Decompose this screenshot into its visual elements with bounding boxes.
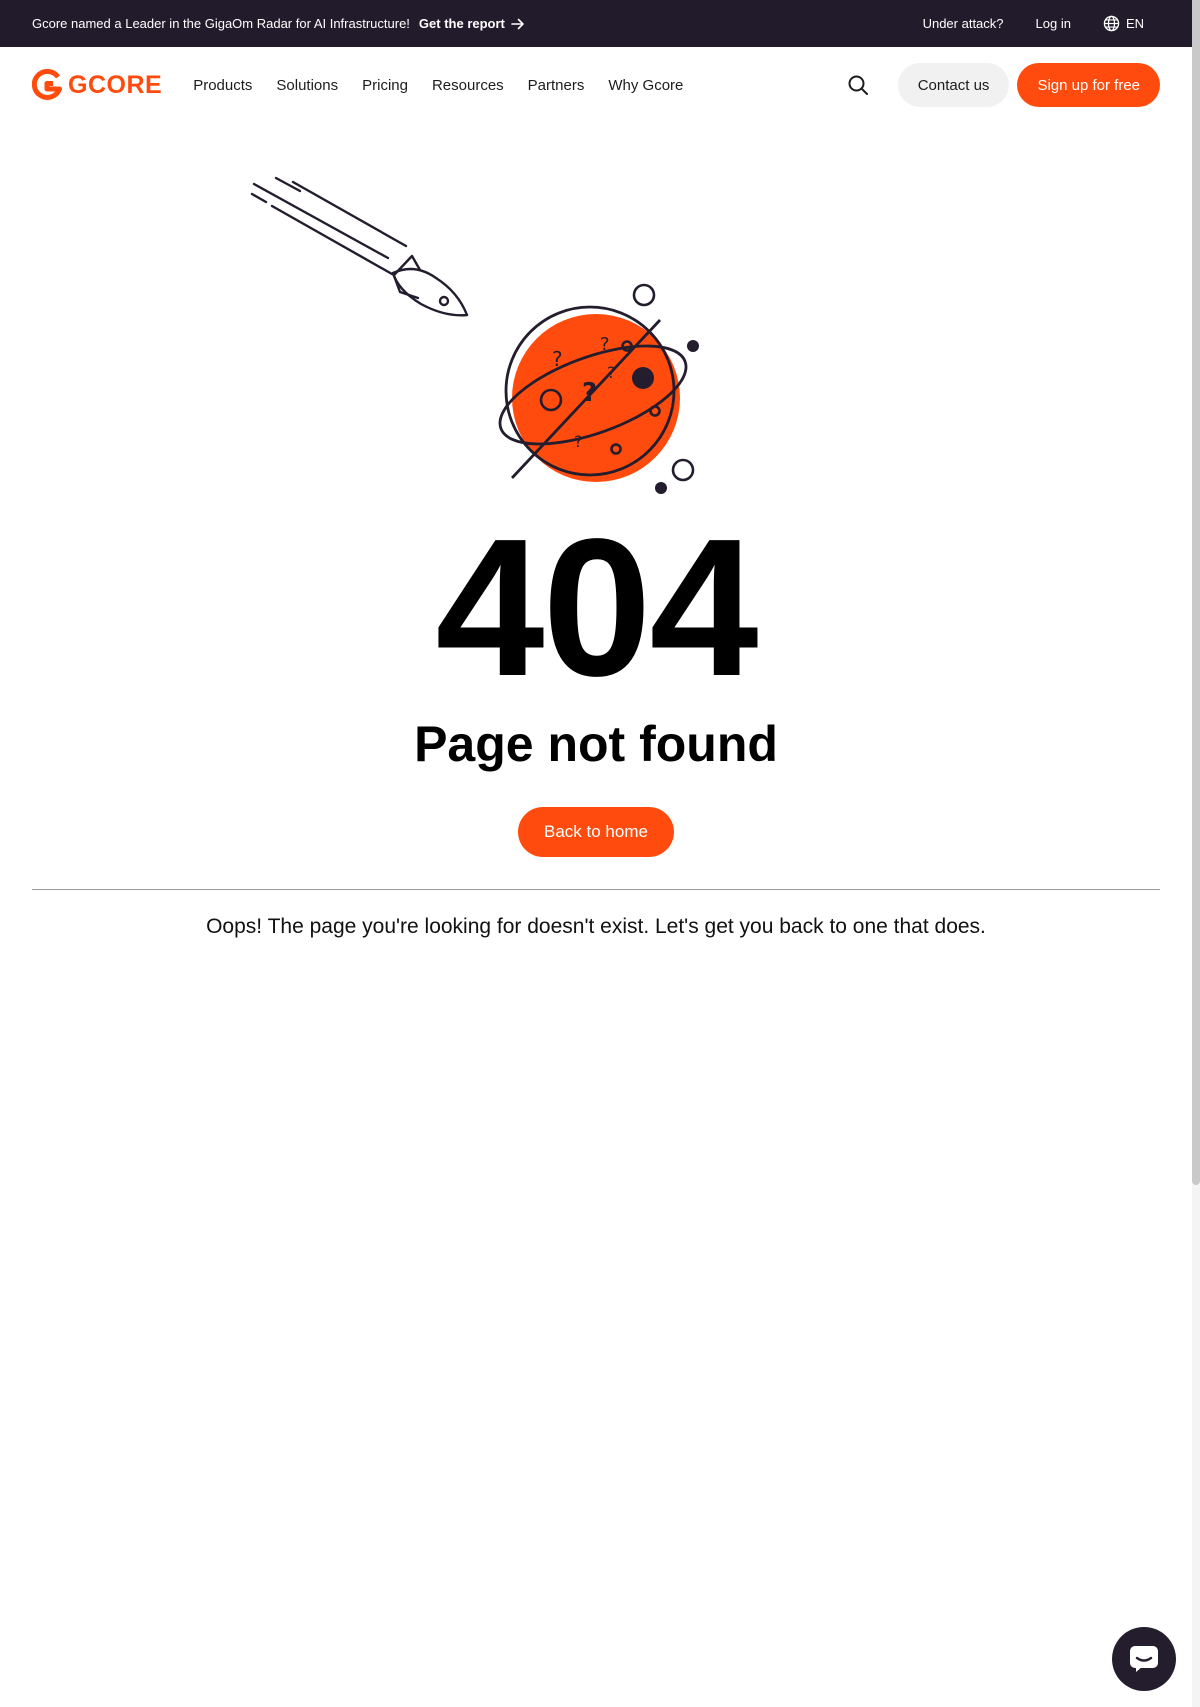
nav-item-products[interactable]: Products (193, 77, 252, 94)
error-message: Oops! The page you're looking for doesn'… (206, 915, 986, 938)
svg-text:?: ? (574, 432, 583, 451)
announcement: Gcore named a Leader in the GigaOm Radar… (32, 16, 525, 31)
announcement-bar: Gcore named a Leader in the GigaOm Radar… (0, 0, 1192, 47)
login-link[interactable]: Log in (1036, 16, 1071, 31)
gcore-logo[interactable]: GCORE (32, 69, 162, 101)
nav-item-resources[interactable]: Resources (432, 77, 504, 94)
announcement-text: Gcore named a Leader in the GigaOm Radar… (32, 16, 410, 31)
globe-icon (1103, 15, 1120, 32)
chat-icon (1130, 1646, 1158, 1672)
svg-text:?: ? (600, 334, 610, 355)
divider (32, 889, 1160, 890)
svg-text:?: ? (607, 363, 616, 382)
lost-planet-illustration: ? ? ? ? ? (250, 176, 699, 494)
logo-wordmark: GCORE (68, 70, 163, 99)
arrow-right-icon (511, 18, 524, 29)
nav-item-partners[interactable]: Partners (528, 77, 585, 94)
planet-core-dot (632, 367, 654, 389)
contact-us-button[interactable]: Contact us (897, 63, 1010, 107)
get-report-label: Get the report (418, 16, 505, 31)
small-dot (687, 340, 699, 352)
main-navigation: GCORE Products Solutions Pricing Resourc… (0, 47, 1192, 123)
nav-item-pricing[interactable]: Pricing (362, 77, 408, 94)
language-selector[interactable]: EN (1103, 15, 1144, 32)
gcore-logo-icon (32, 69, 62, 100)
back-to-home-button[interactable]: Back to home (518, 807, 674, 857)
nav-item-why-gcore[interactable]: Why Gcore (608, 77, 683, 94)
language-label: EN (1125, 16, 1144, 31)
svg-text:?: ? (552, 347, 563, 371)
under-attack-link[interactable]: Under attack? (923, 16, 1004, 31)
small-dot (655, 482, 667, 494)
error-code: 404 (435, 498, 758, 717)
svg-text:?: ? (582, 378, 597, 408)
nav-item-solutions[interactable]: Solutions (276, 77, 338, 94)
scrollbar-thumb[interactable] (1192, 0, 1200, 1185)
rocket-icon (250, 176, 469, 317)
page-title: Page not found (414, 716, 778, 772)
sign-up-button[interactable]: Sign up for free (1017, 63, 1160, 107)
get-report-link[interactable]: Get the report (419, 16, 525, 31)
chat-widget-button[interactable] (1112, 1627, 1176, 1691)
search-button[interactable] (838, 65, 878, 105)
search-icon (848, 75, 868, 95)
nav-menu: Products Solutions Pricing Resources Par… (193, 77, 683, 94)
